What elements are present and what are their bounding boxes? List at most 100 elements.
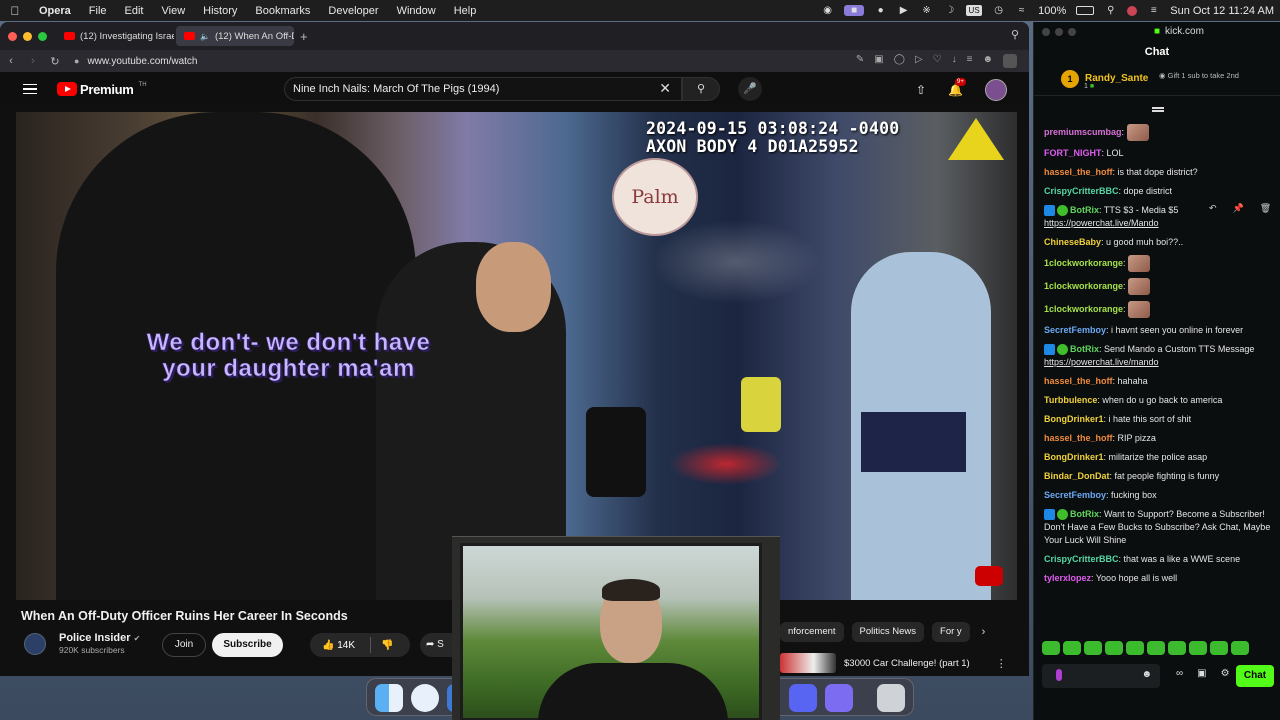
search-button[interactable]: ⚲	[682, 77, 720, 101]
emote-3[interactable]	[1084, 641, 1102, 655]
leaderboard-pinned[interactable]: 1 Randy_Sante 1 ■ ◉ Gift 1 sub to take 2…	[1034, 62, 1280, 96]
lock-icon[interactable]: ●	[74, 56, 79, 66]
chat-username[interactable]: premiumscumbag	[1044, 127, 1122, 137]
chat-username[interactable]: 1clockworkorange	[1044, 258, 1123, 268]
chat-message[interactable]: CrispyCritterBBC: that was a like a WWE …	[1034, 553, 1280, 566]
chat-message[interactable]: SecretFemboy: i havnt seen you online in…	[1034, 324, 1280, 337]
control-center-icon[interactable]: ≡	[1147, 5, 1160, 16]
speaker-icon[interactable]: 🔈	[200, 32, 210, 41]
chat-username[interactable]: 1clockworkorange	[1044, 304, 1123, 314]
more-options-icon[interactable]: ⋮	[996, 657, 1007, 670]
battery-icon[interactable]	[1076, 6, 1095, 15]
easy-setup-icon[interactable]: ≡	[967, 54, 973, 68]
search-icon[interactable]: ⚲	[1104, 5, 1117, 16]
menu-edit[interactable]: Edit	[116, 5, 153, 17]
chat-message[interactable]: 1clockworkorange:	[1034, 255, 1280, 272]
chat-username[interactable]: BotRix	[1070, 509, 1099, 519]
chat-message[interactable]: BotRix: Send Mando a Custom TTS Message …	[1034, 343, 1280, 369]
menu-icon[interactable]	[23, 81, 37, 98]
profile-icon[interactable]: ☻	[982, 54, 993, 68]
shield-icon[interactable]: ◯	[894, 54, 905, 68]
channel-name[interactable]: Police Insider ✔	[59, 632, 140, 644]
chat-link[interactable]: https://powerchat.live/mando	[1044, 357, 1159, 367]
headphones-icon[interactable]: ●	[874, 5, 887, 16]
pin-icon[interactable]: 📌	[1233, 203, 1244, 214]
zoom-window-button[interactable]	[38, 31, 47, 41]
back-icon[interactable]: ‹	[0, 55, 22, 67]
menu-view[interactable]: View	[153, 5, 195, 17]
wifi-icon[interactable]: ≈	[1015, 5, 1028, 16]
menu-app-name[interactable]: Opera	[30, 5, 80, 17]
chat-username[interactable]: hassel_the_hoff	[1044, 376, 1113, 386]
chat-message[interactable]: Bindar_DonDat: fat people fighting is fu…	[1034, 470, 1280, 483]
chevron-right-icon[interactable]: ›	[982, 626, 986, 638]
menu-history[interactable]: History	[194, 5, 246, 17]
dislike-button[interactable]: 👎	[371, 640, 393, 651]
menu-developer[interactable]: Developer	[319, 5, 387, 17]
chat-username[interactable]: 1clockworkorange	[1044, 281, 1123, 291]
channel-avatar[interactable]	[24, 632, 46, 655]
chat-message[interactable]: FORT_NIGHT: LOL	[1034, 147, 1280, 160]
gift-icon[interactable]: ▣	[1197, 668, 1206, 679]
siri-icon[interactable]	[1127, 5, 1138, 16]
chat-message[interactable]: hassel_the_hoff: RIP pizza	[1034, 432, 1280, 445]
emote-6[interactable]	[1147, 641, 1165, 655]
emote-7[interactable]	[1168, 641, 1186, 655]
chat-minimize-button[interactable]	[1055, 28, 1063, 36]
chat-username[interactable]: SecretFemboy	[1044, 325, 1106, 335]
chat-message[interactable]: hassel_the_hoff: hahaha	[1034, 375, 1280, 388]
discord-icon[interactable]	[789, 684, 817, 712]
extension-icon[interactable]	[1003, 54, 1017, 68]
chat-message[interactable]: SecretFemboy: fucking box	[1034, 489, 1280, 502]
clock-history-icon[interactable]: ◷	[992, 5, 1005, 16]
gift-prompt[interactable]: ◉ Gift 1 sub to take 2nd	[1159, 71, 1259, 80]
chip-for-you[interactable]: For y	[932, 622, 970, 642]
collapse-icon[interactable]	[1152, 107, 1164, 113]
chat-link[interactable]: https://powerchat.live/Mando	[1044, 218, 1159, 228]
emote-8[interactable]	[1189, 641, 1207, 655]
chat-username[interactable]: BotRix	[1070, 205, 1099, 215]
emoji-icon[interactable]: ☻	[1141, 669, 1152, 680]
chat-message[interactable]: ChineseBaby: u good muh boi??..	[1034, 236, 1280, 249]
chat-message[interactable]: 1clockworkorange:	[1034, 301, 1280, 318]
search-input[interactable]: Nine Inch Nails: March Of The Pigs (1994…	[284, 77, 682, 101]
screen-record-icon[interactable]: ◉	[821, 5, 834, 16]
chat-username[interactable]: BongDrinker1	[1044, 452, 1104, 462]
chip-law-enforcement[interactable]: nforcement	[780, 622, 844, 642]
menu-window[interactable]: Window	[388, 5, 445, 17]
reload-icon[interactable]: ↻	[44, 55, 66, 68]
chat-message[interactable]: hassel_the_hoff: is that dope district?	[1034, 166, 1280, 179]
link-icon[interactable]: ∞	[1176, 668, 1183, 679]
upload-icon[interactable]: ⇧	[916, 83, 926, 97]
play-icon[interactable]: ▶	[897, 5, 910, 16]
trash-icon[interactable]	[877, 684, 905, 712]
tab-when-an-off-duty[interactable]: 🔈 (12) When An Off-Du	[176, 26, 294, 46]
chat-username[interactable]: Bindar_DonDat	[1044, 471, 1110, 481]
chat-message[interactable]: BongDrinker1: militarize the police asap	[1034, 451, 1280, 464]
emote-4[interactable]	[1105, 641, 1123, 655]
menu-file[interactable]: File	[80, 5, 116, 17]
chat-input[interactable]: ☻	[1042, 664, 1160, 688]
menu-bookmarks[interactable]: Bookmarks	[246, 5, 319, 17]
delete-icon[interactable]: 🗑	[1260, 203, 1271, 214]
chat-username[interactable]: CrispyCritterBBC	[1044, 186, 1119, 196]
join-button[interactable]: Join	[162, 633, 206, 657]
recommended-thumbnail[interactable]	[780, 653, 836, 673]
voice-search-button[interactable]: 🎤	[738, 77, 762, 101]
emote-9[interactable]	[1210, 641, 1228, 655]
video-player[interactable]: Palm 2024-09-15 03:08:24 -0400 AXON BODY…	[16, 112, 1017, 600]
subscribe-button[interactable]: Subscribe	[212, 633, 283, 657]
finder-icon[interactable]	[375, 684, 403, 712]
input-source[interactable]: US	[966, 5, 983, 16]
chat-zoom-button[interactable]	[1068, 28, 1076, 36]
reply-icon[interactable]: ↶	[1209, 203, 1217, 214]
clear-search-icon[interactable]: ✕	[659, 80, 671, 97]
chat-close-button[interactable]	[1042, 28, 1050, 36]
heart-icon[interactable]: ♡	[933, 54, 942, 68]
recommended-title[interactable]: $3000 Car Challenge! (part 1)	[844, 658, 970, 669]
emote-1[interactable]	[1042, 641, 1060, 655]
close-window-button[interactable]	[8, 31, 17, 41]
chat-message[interactable]: premiumscumbag:	[1034, 124, 1280, 141]
chat-username[interactable]: tylerxlopez	[1044, 573, 1091, 583]
settings-icon[interactable]: ⚙	[1221, 668, 1230, 679]
